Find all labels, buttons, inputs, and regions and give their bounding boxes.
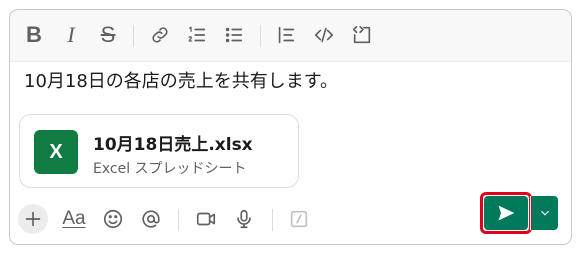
toolbar-divider — [260, 25, 261, 47]
code-button[interactable] — [312, 22, 336, 48]
ordered-list-icon — [188, 26, 206, 42]
slash-command-button[interactable] — [284, 204, 314, 234]
video-clip-button[interactable] — [191, 204, 221, 234]
blockquote-icon — [278, 26, 295, 44]
bulleted-list-button[interactable] — [222, 22, 246, 48]
send-icon — [498, 205, 515, 221]
mention-icon — [142, 210, 160, 228]
message-text[interactable]: 10月18日の各店の売上を共有します。 — [24, 70, 338, 94]
actions-divider — [272, 209, 273, 231]
file-attachment[interactable]: X 10月18日売上.xlsx Excel スプレッドシート — [19, 114, 299, 188]
add-button[interactable] — [18, 204, 48, 234]
code-block-icon — [352, 25, 371, 44]
plus-icon — [25, 211, 41, 227]
chevron-down-icon — [541, 210, 549, 216]
video-icon — [196, 212, 216, 226]
toolbar-divider — [133, 25, 134, 47]
send-options-button[interactable] — [532, 196, 558, 230]
emoji-icon — [103, 209, 123, 229]
send-divider — [530, 196, 531, 230]
attachment-file-type: Excel スプレッドシート — [93, 161, 247, 177]
strikethrough-button[interactable]: S — [96, 22, 120, 48]
code-block-button[interactable] — [350, 22, 374, 48]
excel-file-icon: X — [34, 130, 78, 174]
formatting-toolbar: B I S — [10, 10, 571, 62]
ordered-list-button[interactable] — [185, 22, 209, 48]
strikethrough-icon: S — [100, 22, 116, 47]
bold-button[interactable]: B — [22, 22, 46, 48]
send-button[interactable] — [484, 196, 528, 230]
italic-icon: I — [67, 22, 75, 47]
bulleted-list-icon — [225, 27, 243, 43]
bold-icon: B — [26, 22, 42, 47]
blockquote-button[interactable] — [274, 22, 298, 48]
slash-command-icon — [290, 210, 308, 228]
link-icon — [152, 27, 168, 43]
text-format-button[interactable]: Aa — [59, 204, 89, 234]
text-format-icon: Aa — [62, 208, 86, 229]
link-button[interactable] — [148, 22, 172, 48]
italic-button[interactable]: I — [59, 22, 83, 48]
actions-divider — [178, 209, 179, 231]
attachment-file-name: 10月18日売上.xlsx — [93, 135, 253, 155]
emoji-button[interactable] — [98, 204, 128, 234]
audio-clip-button[interactable] — [229, 204, 259, 234]
code-icon — [314, 27, 334, 43]
mention-button[interactable] — [136, 204, 166, 234]
microphone-icon — [237, 209, 251, 229]
